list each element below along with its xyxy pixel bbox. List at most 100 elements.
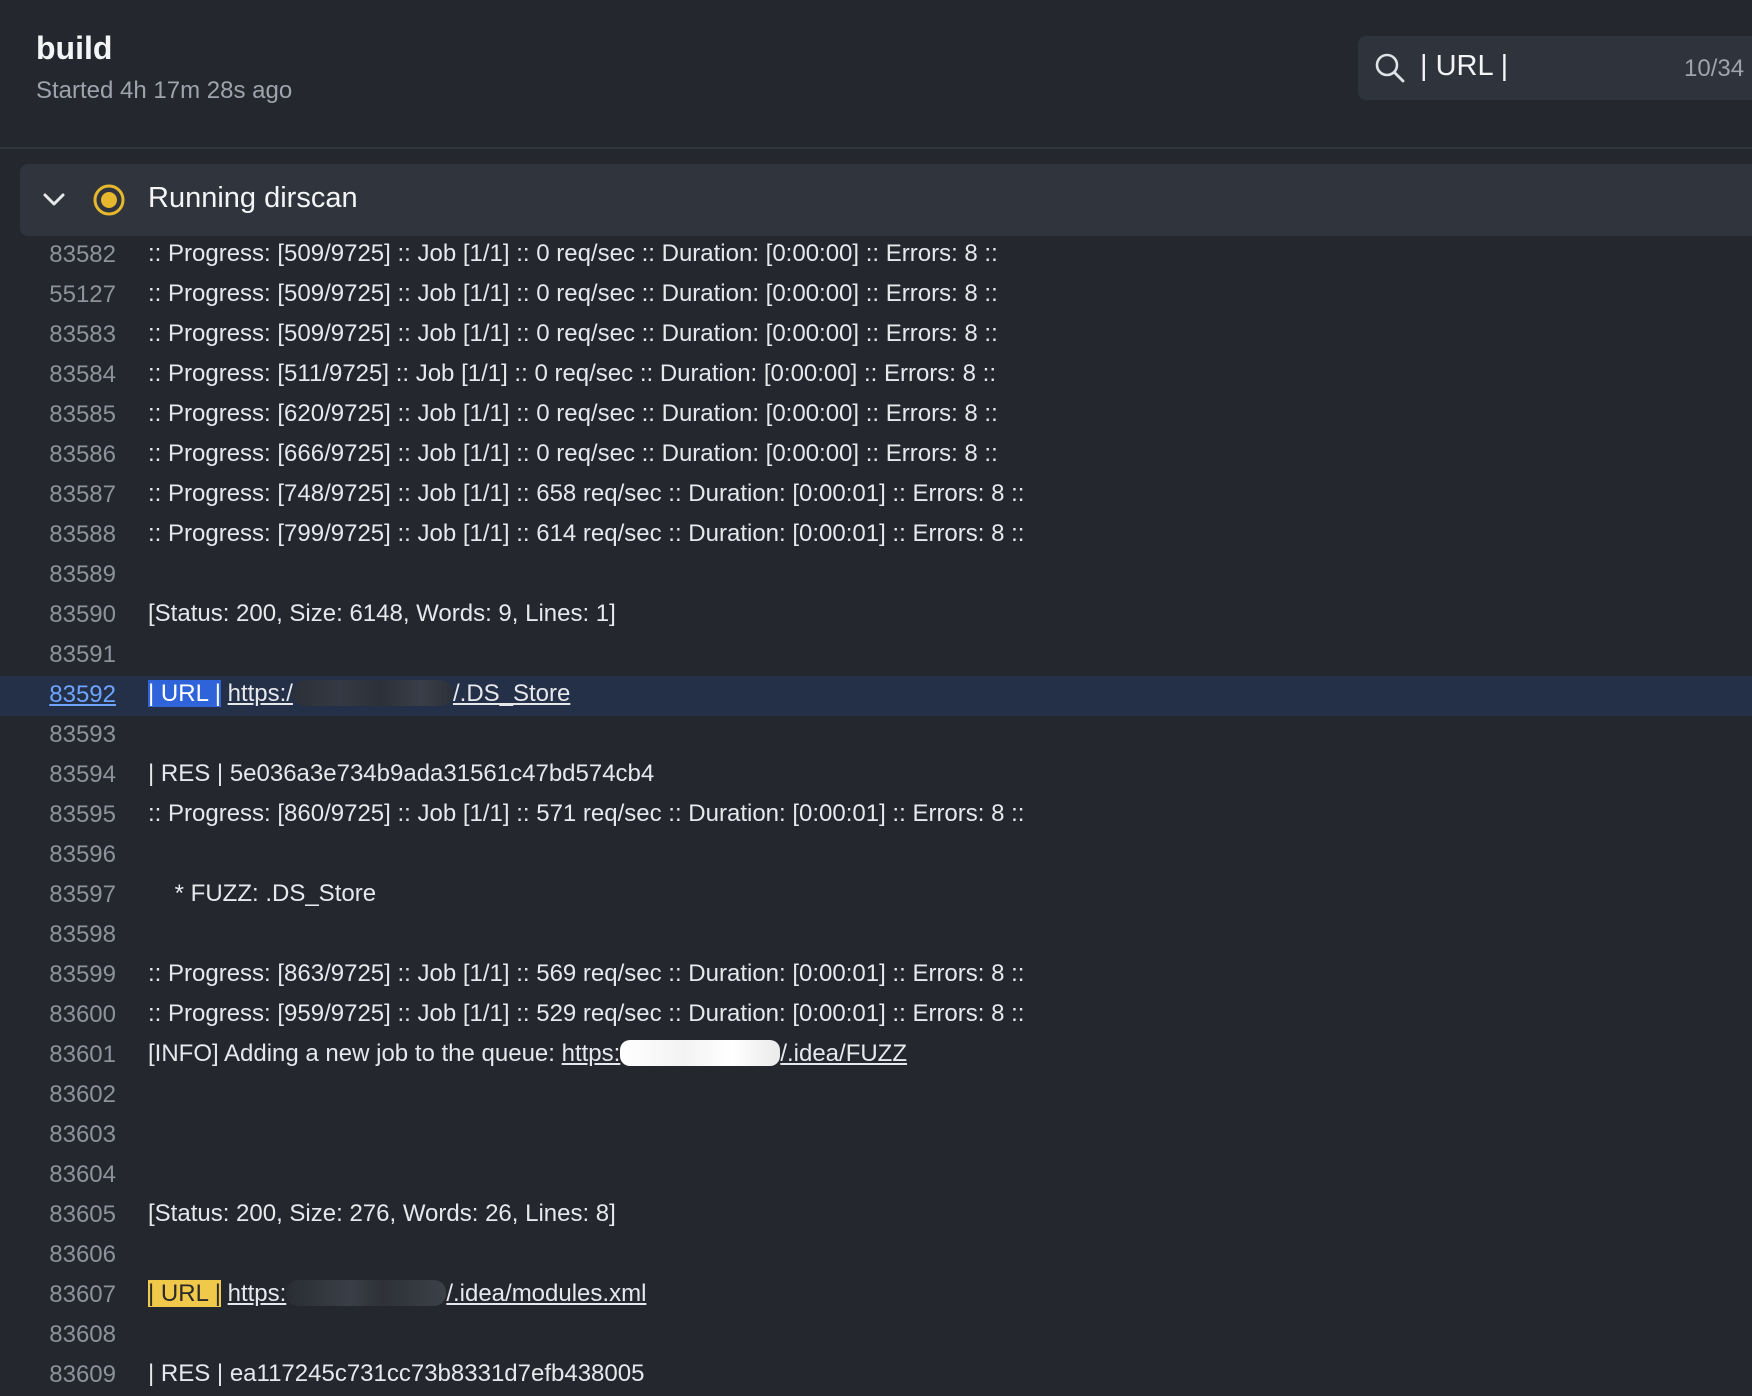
log-line: 83593 <box>0 716 1752 756</box>
log-line-text: :: Progress: [863/9725] :: Job [1/1] :: … <box>148 960 1025 987</box>
build-start-time: Started 4h 17m 28s ago <box>36 77 293 104</box>
log-line: 83602 <box>0 1076 1752 1116</box>
redacted-host <box>286 1280 447 1306</box>
log-line-text: :: Progress: [509/9725] :: Job [1/1] :: … <box>148 320 998 347</box>
url-link-path: /.DS_Store <box>452 680 571 707</box>
search-icon <box>1375 53 1405 83</box>
log-line-text: | RES | ea117245c731cc73b8331d7efb438005 <box>148 1360 645 1387</box>
url-link[interactable]: https: /.idea/modules.xml <box>227 1280 647 1307</box>
redacted-host <box>292 680 453 706</box>
line-number[interactable]: 83603 <box>20 1121 116 1149</box>
line-number[interactable]: 83600 <box>20 1001 116 1029</box>
log-line-text: :: Progress: [799/9725] :: Job [1/1] :: … <box>148 520 1025 547</box>
url-link-path: /.idea/FUZZ <box>780 1040 908 1067</box>
line-number[interactable]: 83586 <box>20 441 116 469</box>
log-line: 83607 | URL | https: /.idea/modules.xml <box>0 1276 1752 1316</box>
log-line: 83605 [Status: 200, Size: 276, Words: 26,… <box>0 1196 1752 1236</box>
line-number[interactable]: 83608 <box>20 1321 116 1349</box>
log-line-text: * FUZZ: .DS_Store <box>148 880 377 907</box>
log-line-text: | URL | https: /.idea/modules.xml <box>148 1280 646 1308</box>
log-line: 83590 [Status: 200, Size: 6148, Words: 9,… <box>0 596 1752 636</box>
log-line: 83604 <box>0 1156 1752 1196</box>
search-match-count: 10/34 <box>1684 55 1745 82</box>
line-number[interactable]: 83597 <box>20 881 116 909</box>
log-line: 55127:: Progress: [509/9725] :: Job [1/1… <box>0 276 1752 316</box>
log-output: 83582:: Progress: [509/9725] :: Job [1/1… <box>0 236 1752 1396</box>
log-line-text: | URL | https:/ /.DS_Store <box>148 680 570 708</box>
line-number[interactable]: 83604 <box>20 1161 116 1189</box>
log-line-text: :: Progress: [748/9725] :: Job [1/1] :: … <box>148 480 1025 507</box>
line-number[interactable]: 83607 <box>20 1281 116 1309</box>
log-line-text: [INFO] Adding a new job to the queue: ht… <box>148 1040 907 1068</box>
line-number[interactable]: 83585 <box>20 401 116 429</box>
step-header-running-dirscan[interactable]: Running dirscan <box>20 164 1752 236</box>
line-number[interactable]: 83592 <box>20 681 116 709</box>
log-line: 83603 <box>0 1116 1752 1156</box>
log-line: 83586:: Progress: [666/9725] :: Job [1/1… <box>0 436 1752 476</box>
line-number[interactable]: 83593 <box>20 721 116 749</box>
line-number[interactable]: 83591 <box>20 641 116 669</box>
line-number[interactable]: 83605 <box>20 1201 116 1229</box>
line-number[interactable]: 83602 <box>20 1081 116 1109</box>
url-link[interactable]: https: /.idea/FUZZ <box>562 1040 907 1067</box>
log-line: 83594 | RES | 5e036a3e734b9ada31561c47bd5… <box>0 756 1752 796</box>
build-header: build Started 4h 17m 28s ago | URL | 10/… <box>0 0 1752 149</box>
line-number[interactable]: 83598 <box>20 921 116 949</box>
line-number[interactable]: 83588 <box>20 521 116 549</box>
line-number[interactable]: 55127 <box>20 281 116 309</box>
log-line: 83609 | RES | ea117245c731cc73b8331d7efb4… <box>0 1356 1752 1396</box>
line-number[interactable]: 83595 <box>20 801 116 829</box>
log-line: 83592 | URL | https:/ /.DS_Store <box>0 676 1752 716</box>
search-input[interactable]: | URL | <box>1420 50 1508 83</box>
log-line: 83600:: Progress: [959/9725] :: Job [1/1… <box>0 996 1752 1036</box>
line-number[interactable]: 83596 <box>20 841 116 869</box>
url-link-prefix: https: <box>561 1040 621 1067</box>
log-search-box[interactable]: | URL | 10/34 <box>1358 36 1752 100</box>
line-number[interactable]: 83587 <box>20 481 116 509</box>
log-line: 83596 <box>0 836 1752 876</box>
log-line-text: :: Progress: [666/9725] :: Job [1/1] :: … <box>148 440 998 467</box>
log-line-text: [Status: 200, Size: 6148, Words: 9, Line… <box>148 600 616 627</box>
log-line: 83589 <box>0 556 1752 596</box>
log-line-text: :: Progress: [509/9725] :: Job [1/1] :: … <box>148 280 998 307</box>
url-link[interactable]: https:/ /.DS_Store <box>227 680 571 707</box>
log-line: 83599:: Progress: [863/9725] :: Job [1/1… <box>0 956 1752 996</box>
log-line: 83598 <box>0 916 1752 956</box>
line-number[interactable]: 83594 <box>20 761 116 789</box>
log-line: 83588:: Progress: [799/9725] :: Job [1/1… <box>0 516 1752 556</box>
redacted-host <box>620 1040 781 1066</box>
log-line: 83608 <box>0 1316 1752 1356</box>
search-match: | URL | <box>148 1280 221 1307</box>
log-line: 83591 <box>0 636 1752 676</box>
log-line: 83585:: Progress: [620/9725] :: Job [1/1… <box>0 396 1752 436</box>
chevron-down-icon[interactable] <box>40 186 68 214</box>
line-number[interactable]: 83590 <box>20 601 116 629</box>
log-line: 83584:: Progress: [511/9725] :: Job [1/1… <box>0 356 1752 396</box>
step-name: Running dirscan <box>148 182 358 214</box>
line-number[interactable]: 83599 <box>20 961 116 989</box>
log-line: 83597 * FUZZ: .DS_Store <box>0 876 1752 916</box>
log-line-text: | RES | 5e036a3e734b9ada31561c47bd574cb4 <box>148 760 655 787</box>
line-number[interactable]: 83583 <box>20 321 116 349</box>
search-match-current: | URL | <box>148 680 221 707</box>
line-number[interactable]: 83609 <box>20 1361 116 1389</box>
log-line: 83587:: Progress: [748/9725] :: Job [1/1… <box>0 476 1752 516</box>
line-number[interactable]: 83589 <box>20 561 116 589</box>
log-text: [INFO] Adding a new job to the queue: <box>148 1040 562 1067</box>
log-line: 83606 <box>0 1236 1752 1276</box>
url-link-path: /.idea/modules.xml <box>446 1280 647 1307</box>
log-line: 83583:: Progress: [509/9725] :: Job [1/1… <box>0 316 1752 356</box>
log-line-text: [Status: 200, Size: 276, Words: 26, Line… <box>148 1200 616 1227</box>
log-line-text: :: Progress: [959/9725] :: Job [1/1] :: … <box>148 1000 1025 1027</box>
running-status-icon <box>93 184 125 216</box>
line-number[interactable]: 83584 <box>20 361 116 389</box>
log-line: 83601 [INFO] Adding a new job to the queu… <box>0 1036 1752 1076</box>
url-link-prefix: https: <box>227 1280 287 1307</box>
page-title: build <box>36 30 113 66</box>
line-number[interactable]: 83606 <box>20 1241 116 1269</box>
line-number[interactable]: 83601 <box>20 1041 116 1069</box>
url-link-prefix: https:/ <box>227 680 293 707</box>
log-line-text: :: Progress: [511/9725] :: Job [1/1] :: … <box>148 360 996 387</box>
line-number[interactable]: 83582 <box>20 241 116 269</box>
log-line: 83582:: Progress: [509/9725] :: Job [1/1… <box>0 236 1752 276</box>
